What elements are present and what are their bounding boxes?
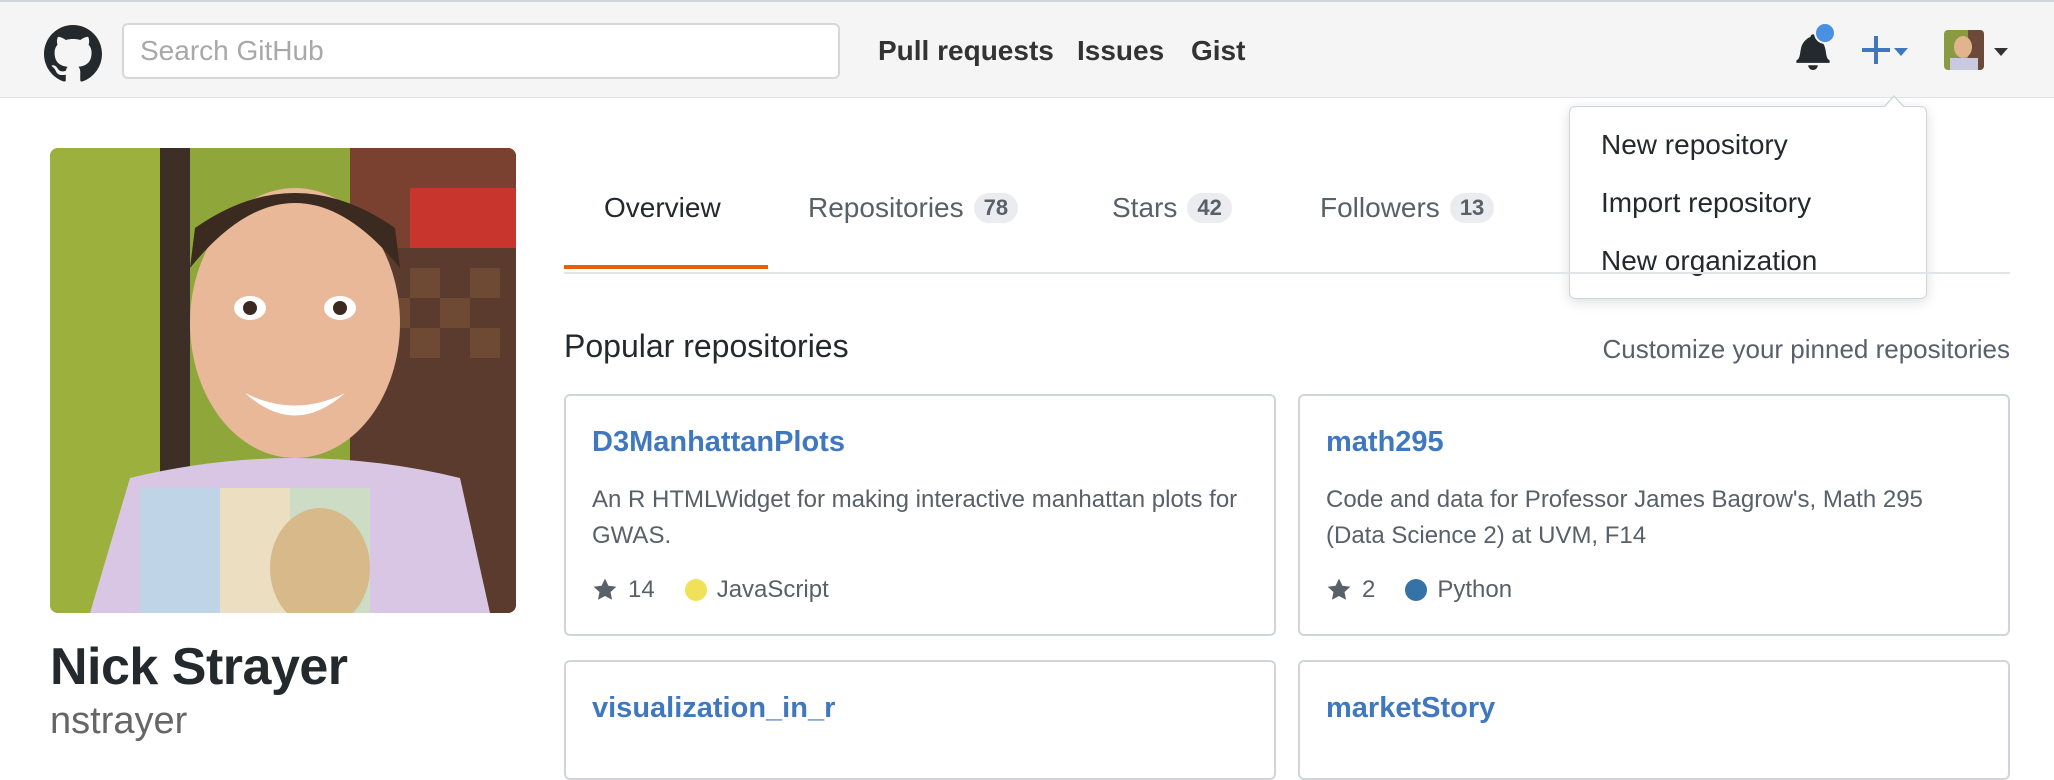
repo-card: math295 Code and data for Professor Jame… — [1298, 394, 2010, 636]
tab-label: Followers — [1320, 192, 1440, 223]
tab-label: Repositories — [808, 192, 964, 223]
notification-indicator — [1814, 22, 1836, 44]
star-icon — [593, 578, 617, 600]
search-input[interactable] — [122, 23, 840, 79]
star-count[interactable]: 14 — [628, 576, 655, 604]
profile-username: nstrayer — [50, 700, 188, 742]
popular-repositories-heading: Popular repositories — [564, 328, 849, 364]
count-badge: 78 — [973, 192, 1019, 223]
chevron-down-icon — [1994, 48, 2008, 56]
language-color-dot — [684, 579, 707, 601]
repo-name-link[interactable]: math295 — [1326, 426, 1444, 459]
active-tab-indicator — [564, 265, 768, 269]
count-badge: 42 — [1187, 192, 1232, 223]
repo-description: An R HTMLWidget for making interactive m… — [592, 486, 1238, 549]
avatar — [1944, 30, 1984, 70]
repo-card: visualization_in_r — [564, 660, 1276, 780]
customize-pinned-link[interactable]: Customize your pinned repositories — [1602, 334, 2010, 365]
repo-meta: 14 JavaScript — [592, 576, 829, 604]
repo-language: JavaScript — [716, 576, 829, 603]
repo-name-link[interactable]: D3ManhattanPlots — [592, 426, 845, 459]
tab-stars[interactable]: Stars 42 — [1112, 192, 1232, 225]
star-icon — [1327, 578, 1351, 600]
count-badge: 13 — [1449, 192, 1495, 223]
profile-full-name: Nick Strayer — [50, 638, 348, 696]
nav-pull-requests[interactable]: Pull requests — [878, 35, 1054, 67]
repo-description: Code and data for Professor James Bagrow… — [1326, 486, 1923, 549]
tab-label: Stars — [1112, 192, 1178, 223]
repo-language: Python — [1437, 576, 1513, 603]
tab-overview[interactable]: Overview — [604, 192, 721, 224]
profile-avatar[interactable] — [50, 148, 516, 613]
repo-name-link[interactable]: visualization_in_r — [592, 692, 835, 725]
repo-name-link[interactable]: marketStory — [1326, 692, 1495, 725]
language-color-dot — [1405, 579, 1428, 601]
repo-card: D3ManhattanPlots An R HTMLWidget for mak… — [564, 394, 1276, 636]
tab-repositories[interactable]: Repositories 78 — [808, 192, 1019, 225]
plus-icon — [1862, 36, 1890, 64]
tab-label: Overview — [604, 192, 721, 223]
repo-meta: 2 Python — [1326, 576, 1512, 604]
tab-followers[interactable]: Followers 13 — [1320, 192, 1495, 225]
repo-card: marketStory — [1298, 660, 2010, 780]
create-new-button[interactable] — [1862, 30, 1912, 70]
nav-issues[interactable]: Issues — [1077, 35, 1164, 67]
top-header: Pull requests Issues Gist — [0, 0, 2054, 98]
chevron-down-icon — [1894, 48, 1908, 56]
profile-tabs: Overview Repositories 78 Stars 42 Follower… — [564, 150, 2010, 274]
user-menu-button[interactable] — [1944, 30, 2012, 74]
nav-gist[interactable]: Gist — [1191, 35, 1245, 67]
github-logo-icon[interactable] — [44, 25, 102, 83]
star-count[interactable]: 2 — [1362, 576, 1375, 604]
